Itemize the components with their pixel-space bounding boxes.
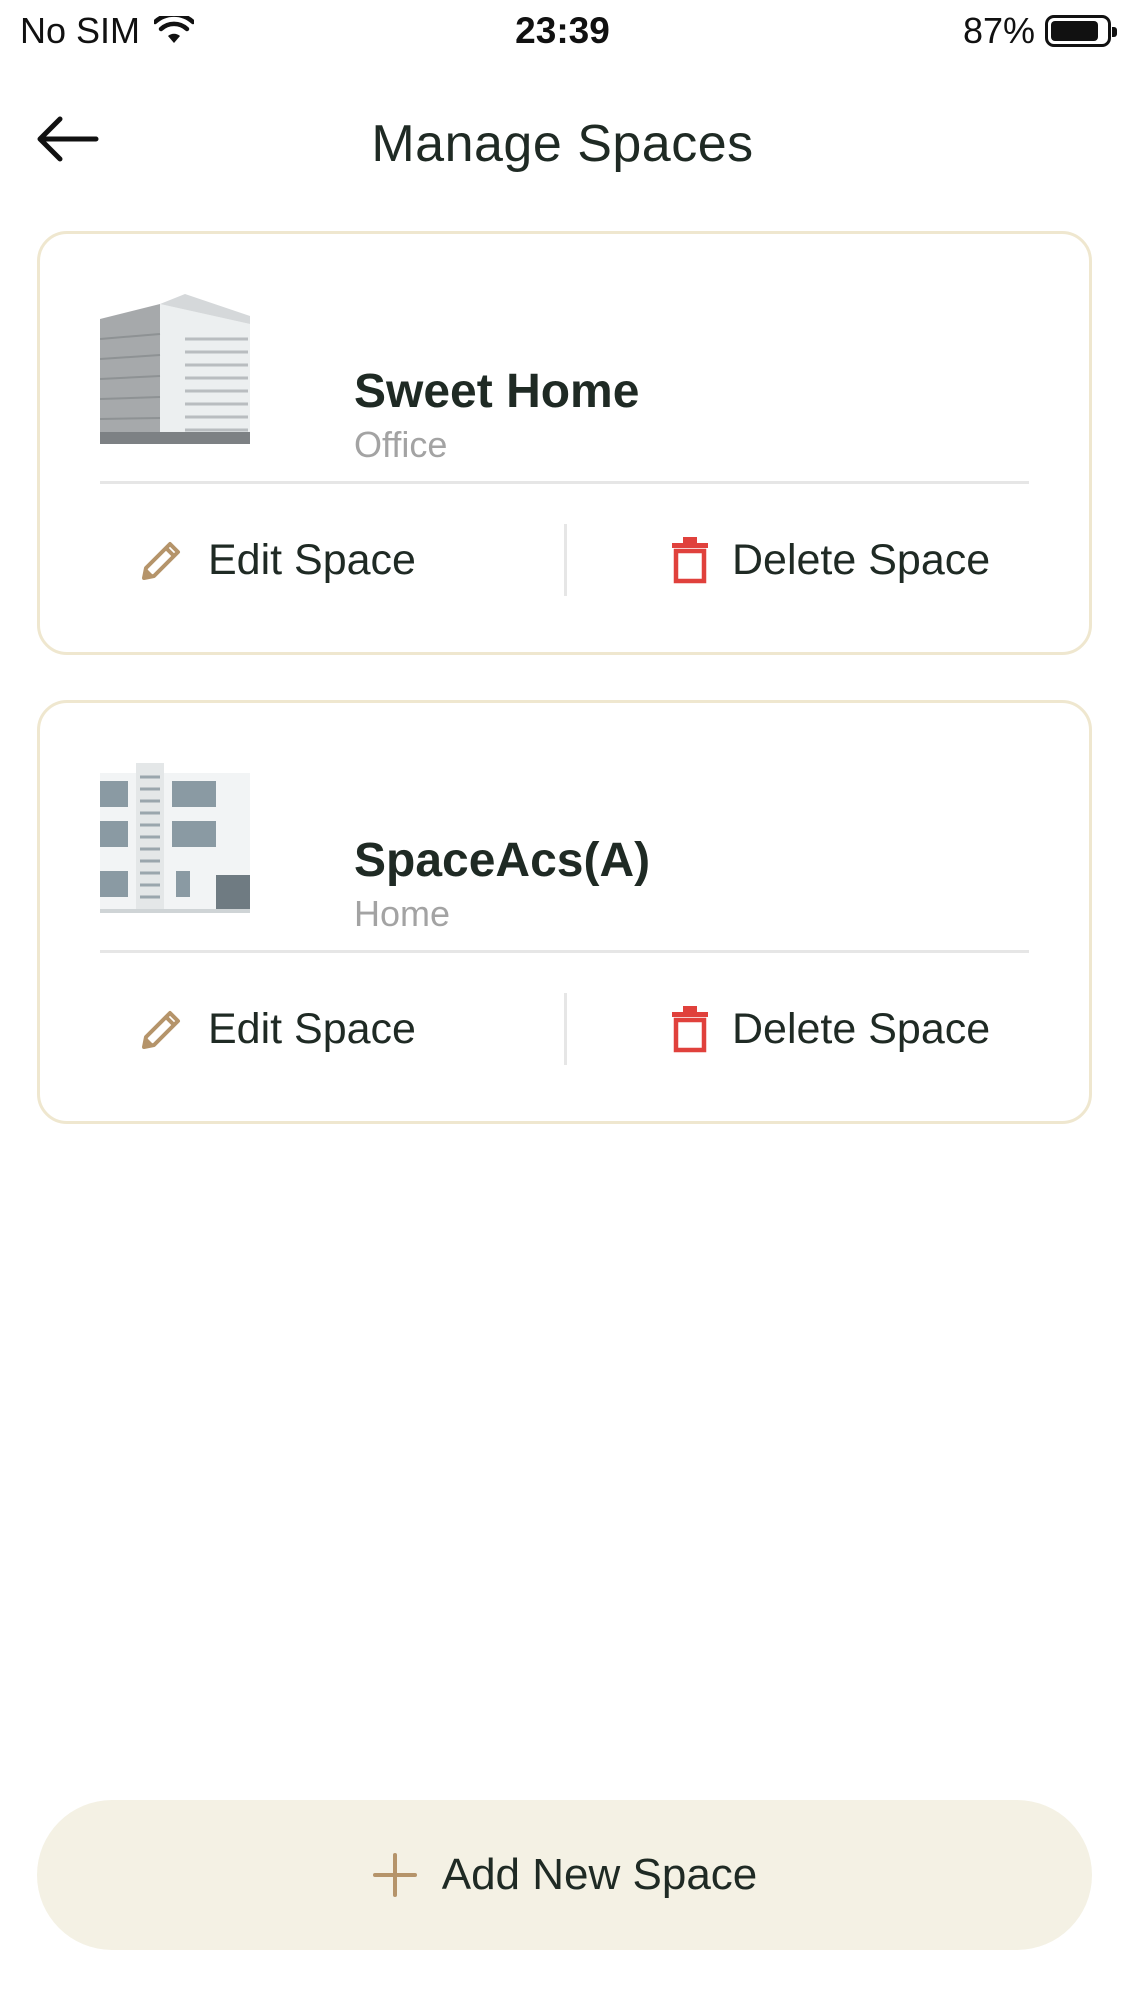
plus-icon [372,1852,418,1898]
edit-space-label: Edit Space [208,535,416,584]
edit-space-button[interactable]: Edit Space [138,529,416,591]
space-card: Sweet Home Office Edit Space Delete Spac… [37,231,1092,655]
battery-cap [1112,27,1117,37]
space-name: Sweet Home [354,365,640,418]
add-new-space-label: Add New Space [441,1850,758,1899]
status-right: 87% [962,10,1117,52]
status-bar: No SIM 23:39 87% [0,0,1125,64]
page-title: Manage Spaces [371,115,754,173]
action-divider [564,993,567,1065]
space-card-header: Sweet Home Office [99,294,1029,465]
pencil-icon [138,1005,186,1053]
battery-icon [1045,15,1117,47]
space-type: Home [354,893,451,934]
card-divider [100,481,1029,484]
delete-space-label: Delete Space [732,535,991,584]
delete-space-button[interactable]: Delete Space [670,529,990,591]
clock: 23:39 [515,10,610,51]
delete-space-label: Delete Space [732,1004,991,1053]
battery-percent: 87% [962,10,1035,51]
trash-icon [670,1004,710,1054]
manage-spaces-screen: No SIM 23:39 87% Manage Spaces Sweet Hom… [0,0,1125,2001]
space-card-header: SpaceAcs(A) Home [100,763,1029,934]
edit-space-label: Edit Space [208,1004,416,1053]
edit-space-button[interactable]: Edit Space [138,998,416,1060]
space-card: SpaceAcs(A) Home Edit Space Delete Space [37,700,1092,1124]
pencil-icon [138,536,186,584]
delete-space-button[interactable]: Delete Space [670,998,990,1060]
office-tower-image [99,294,250,444]
add-new-space-button[interactable]: Add New Space [37,1800,1092,1950]
action-divider [564,524,567,596]
card-divider [100,950,1029,953]
space-type: Office [354,424,448,465]
trash-icon [670,535,710,585]
apartment-building-image [100,763,250,913]
battery-level [1051,21,1098,41]
space-name: SpaceAcs(A) [354,834,651,887]
